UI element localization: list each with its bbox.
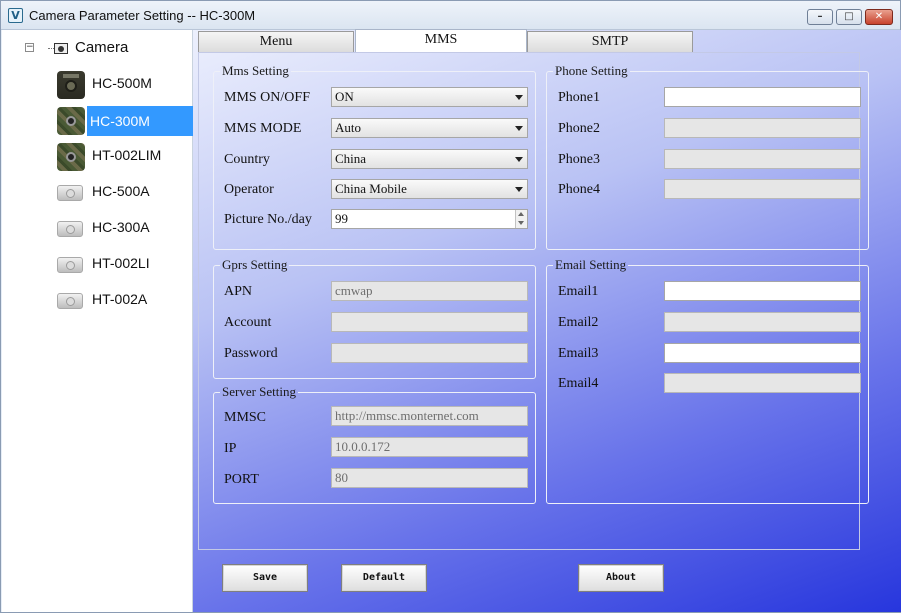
apn-field[interactable]: cmwap: [331, 281, 528, 301]
email2-label: Email2: [558, 315, 599, 330]
phone1-label: Phone1: [558, 90, 600, 105]
collapse-icon[interactable]: −: [25, 43, 34, 52]
ip-field[interactable]: 10.0.0.172: [331, 437, 528, 457]
email2-field[interactable]: [664, 312, 861, 332]
phone-setting-legend: Phone Setting: [555, 63, 628, 78]
camera-camo-icon: [57, 107, 85, 135]
picture-per-day-value: 99: [335, 211, 348, 226]
camera-light-icon: [57, 185, 83, 201]
operator-label: Operator: [224, 182, 274, 197]
mms-setting-legend: Mms Setting: [222, 63, 289, 78]
mms-tab-page: Mms Setting MMS ON/OFF ON MMS MODE Auto …: [198, 52, 869, 550]
port-field[interactable]: 80: [331, 468, 528, 488]
save-button[interactable]: Save: [222, 564, 308, 592]
mms-mode-value: Auto: [335, 120, 361, 135]
camera-camo-icon: [57, 143, 85, 171]
camera-light-icon: [57, 293, 83, 309]
title-bar[interactable]: V Camera Parameter Setting -- HC-300M – …: [1, 1, 900, 30]
about-button[interactable]: About: [578, 564, 664, 592]
tree-item-label: HT-002LI: [92, 255, 150, 271]
minimize-button[interactable]: –: [807, 9, 833, 25]
email4-label: Email4: [558, 376, 599, 391]
mms-onoff-label: MMS ON/OFF: [224, 90, 310, 105]
ip-label: IP: [224, 441, 237, 456]
mms-mode-select[interactable]: Auto: [331, 118, 528, 138]
email1-label: Email1: [558, 284, 599, 299]
operator-select[interactable]: China Mobile: [331, 179, 528, 199]
mms-onoff-value: ON: [335, 89, 354, 104]
phone3-label: Phone3: [558, 152, 600, 167]
close-icon: ✕: [874, 11, 884, 22]
default-button[interactable]: Default: [341, 564, 427, 592]
country-select[interactable]: China: [331, 149, 528, 169]
phone4-field[interactable]: [664, 179, 861, 199]
window-title: Camera Parameter Setting -- HC-300M: [29, 8, 256, 23]
mmsc-field[interactable]: http://mmsc.monternet.com: [331, 406, 528, 426]
port-label: PORT: [224, 472, 259, 487]
tree-item-label: HC-500M: [92, 75, 152, 91]
close-button[interactable]: ✕: [865, 9, 893, 25]
password-field[interactable]: [331, 343, 528, 363]
phone3-field[interactable]: [664, 149, 861, 169]
picture-per-day-stepper[interactable]: 99: [331, 209, 528, 229]
spin-down-icon[interactable]: [518, 221, 524, 225]
camera-light-icon: [57, 257, 83, 273]
camera-dark-icon: [57, 71, 85, 99]
chevron-down-icon: [515, 126, 523, 131]
app-window: V Camera Parameter Setting -- HC-300M – …: [0, 0, 901, 613]
mms-onoff-select[interactable]: ON: [331, 87, 528, 107]
tree-item-label: HT-002LIM: [92, 147, 162, 163]
minimize-icon: –: [817, 11, 823, 22]
country-value: China: [335, 151, 367, 166]
mms-mode-label: MMS MODE: [224, 121, 302, 136]
maximize-button[interactable]: □: [836, 9, 862, 25]
phone2-label: Phone2: [558, 121, 600, 136]
email4-field[interactable]: [664, 373, 861, 393]
phone4-label: Phone4: [558, 182, 600, 197]
email-setting-legend: Email Setting: [555, 257, 627, 272]
country-label: Country: [224, 152, 270, 167]
gprs-setting-legend: Gprs Setting: [222, 257, 288, 272]
chevron-down-icon: [515, 187, 523, 192]
camera-light-icon: [57, 221, 83, 237]
password-label: Password: [224, 346, 278, 361]
tree-item-label: HC-500A: [92, 183, 150, 199]
operator-value: China Mobile: [335, 181, 407, 196]
maximize-icon: □: [844, 11, 854, 22]
server-setting-legend: Server Setting: [222, 384, 297, 399]
chevron-down-icon: [515, 157, 523, 162]
tab-mms[interactable]: MMS: [355, 29, 527, 53]
mmsc-label: MMSC: [224, 410, 267, 425]
chevron-down-icon: [515, 95, 523, 100]
settings-panel: Menu MMS SMTP Mms Setting MMS ON/OFF ON …: [193, 29, 901, 612]
camera-root-icon: [48, 40, 70, 56]
picture-per-day-label: Picture No./day: [224, 212, 312, 227]
spin-buttons[interactable]: [515, 210, 527, 228]
tab-smtp[interactable]: SMTP: [527, 31, 693, 52]
spin-up-icon[interactable]: [518, 212, 524, 216]
account-field[interactable]: [331, 312, 528, 332]
tree-item-label: HC-300M: [87, 106, 206, 136]
camera-tree: − Camera HC-500M HC-300M HT-002LIM HC-50…: [2, 30, 206, 612]
email1-field[interactable]: [664, 281, 861, 301]
email3-field[interactable]: [664, 343, 861, 363]
email3-label: Email3: [558, 346, 599, 361]
app-logo-icon: V: [8, 8, 23, 23]
tab-menu[interactable]: Menu: [198, 31, 354, 52]
tree-item-label: HT-002A: [92, 291, 148, 307]
phone1-field[interactable]: [664, 87, 861, 107]
tree-item-label: HC-300A: [92, 219, 150, 235]
tree-root-label: Camera: [75, 39, 129, 56]
phone2-field[interactable]: [664, 118, 861, 138]
account-label: Account: [224, 315, 272, 330]
apn-label: APN: [224, 284, 253, 299]
